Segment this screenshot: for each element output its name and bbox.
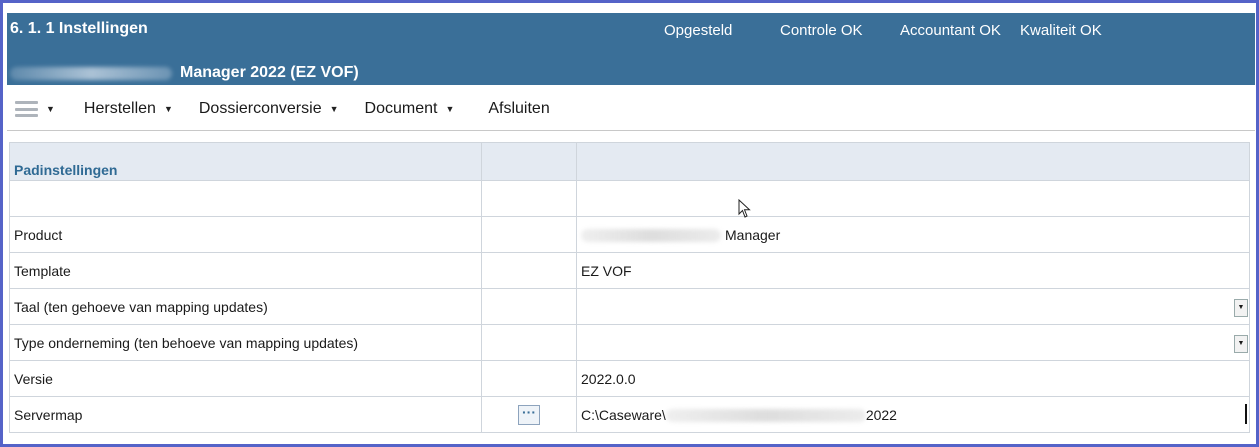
menu-afsluiten-label: Afsluiten — [488, 100, 550, 117]
template-value[interactable]: EZ VOF — [576, 252, 1250, 289]
row-action-cell — [481, 216, 577, 253]
section-title-cell: Padinstellingen — [9, 142, 482, 181]
toolbar: ▼ Herstellen ▼ Dossierconversie ▼ Docume… — [7, 88, 1255, 131]
table-row — [9, 180, 1250, 217]
menu-document-label: Document — [364, 100, 438, 117]
menu-document[interactable]: Document ▼ — [365, 100, 455, 118]
row-action-cell: ··· — [481, 396, 577, 433]
dropdown-arrow-icon[interactable]: ▼ — [1234, 299, 1248, 317]
header-cell — [481, 142, 577, 181]
table-row: Template EZ VOF — [9, 252, 1250, 289]
hamburger-menu-icon — [15, 101, 38, 117]
caret-down-icon: ▼ — [46, 104, 55, 114]
product-value: Manager — [725, 226, 781, 243]
document-subtitle: Manager 2022 (EZ VOF) — [10, 64, 359, 82]
row-label — [9, 180, 482, 217]
row-action-cell — [481, 288, 577, 325]
row-action-cell — [481, 252, 577, 289]
row-label: Template — [9, 252, 482, 289]
row-action-cell — [481, 180, 577, 217]
caret-down-icon: ▼ — [163, 104, 173, 114]
table-row: Versie 2022.0.0 — [9, 360, 1250, 397]
menu-herstellen[interactable]: Herstellen ▼ — [84, 100, 173, 118]
page-title: 6. 1. 1 Instellingen — [10, 20, 148, 37]
main-menu-button[interactable]: ▼ — [15, 101, 55, 117]
status-accountant[interactable]: Accountant OK — [900, 22, 1001, 39]
row-label: Type onderneming (ten behoeve van mappin… — [9, 324, 482, 361]
row-action-cell — [481, 324, 577, 361]
section-title: Padinstellingen — [14, 162, 118, 178]
header-cell — [576, 142, 1250, 181]
subtitle-text: Manager 2022 (EZ VOF) — [180, 64, 359, 81]
menu-afsluiten[interactable]: Afsluiten — [488, 100, 549, 118]
row-label: Product — [9, 216, 482, 253]
servermap-prefix: C:\Caseware\ — [581, 406, 666, 423]
row-label: Taal (ten gehoeve van mapping updates) — [9, 288, 482, 325]
browse-button[interactable]: ··· — [518, 405, 540, 425]
menu-dossierconversie-label: Dossierconversie — [198, 100, 322, 117]
status-opgesteld[interactable]: Opgesteld — [664, 22, 732, 39]
redacted-text — [665, 409, 866, 423]
servermap-field[interactable]: C:\Caseware\ 2022 — [576, 396, 1250, 433]
caret-down-icon: ▼ — [445, 104, 455, 114]
menu-herstellen-label: Herstellen — [83, 100, 156, 117]
servermap-suffix: 2022 — [865, 406, 897, 423]
row-label: Versie — [9, 360, 482, 397]
status-kwaliteit[interactable]: Kwaliteit OK — [1020, 22, 1102, 39]
caret-down-icon: ▼ — [329, 104, 339, 114]
redacted-text — [581, 229, 721, 243]
status-controle[interactable]: Controle OK — [780, 22, 863, 39]
grid-header-row: Padinstellingen — [9, 142, 1250, 181]
mouse-pointer-icon — [738, 199, 751, 218]
text-cursor — [1245, 404, 1247, 424]
table-row: Servermap ··· C:\Caseware\ 2022 — [9, 396, 1250, 433]
row-label: Servermap — [9, 396, 482, 433]
versie-value[interactable]: 2022.0.0 — [576, 360, 1250, 397]
table-row: Type onderneming (ten behoeve van mappin… — [9, 324, 1250, 361]
settings-grid: Padinstellingen Product Manager Template… — [9, 142, 1250, 433]
table-row: Taal (ten gehoeve van mapping updates) ▼ — [9, 288, 1250, 325]
product-value-cell[interactable]: Manager — [576, 216, 1250, 253]
redacted-text — [10, 66, 172, 80]
taal-select[interactable]: ▼ — [576, 288, 1250, 325]
dropdown-arrow-icon[interactable]: ▼ — [1234, 335, 1248, 353]
menu-dossierconversie[interactable]: Dossierconversie ▼ — [199, 100, 339, 118]
row-value[interactable] — [576, 180, 1250, 217]
row-action-cell — [481, 360, 577, 397]
table-row: Product Manager — [9, 216, 1250, 253]
type-onderneming-select[interactable]: ▼ — [576, 324, 1250, 361]
document-header: 6. 1. 1 Instellingen Opgesteld Controle … — [7, 13, 1255, 85]
